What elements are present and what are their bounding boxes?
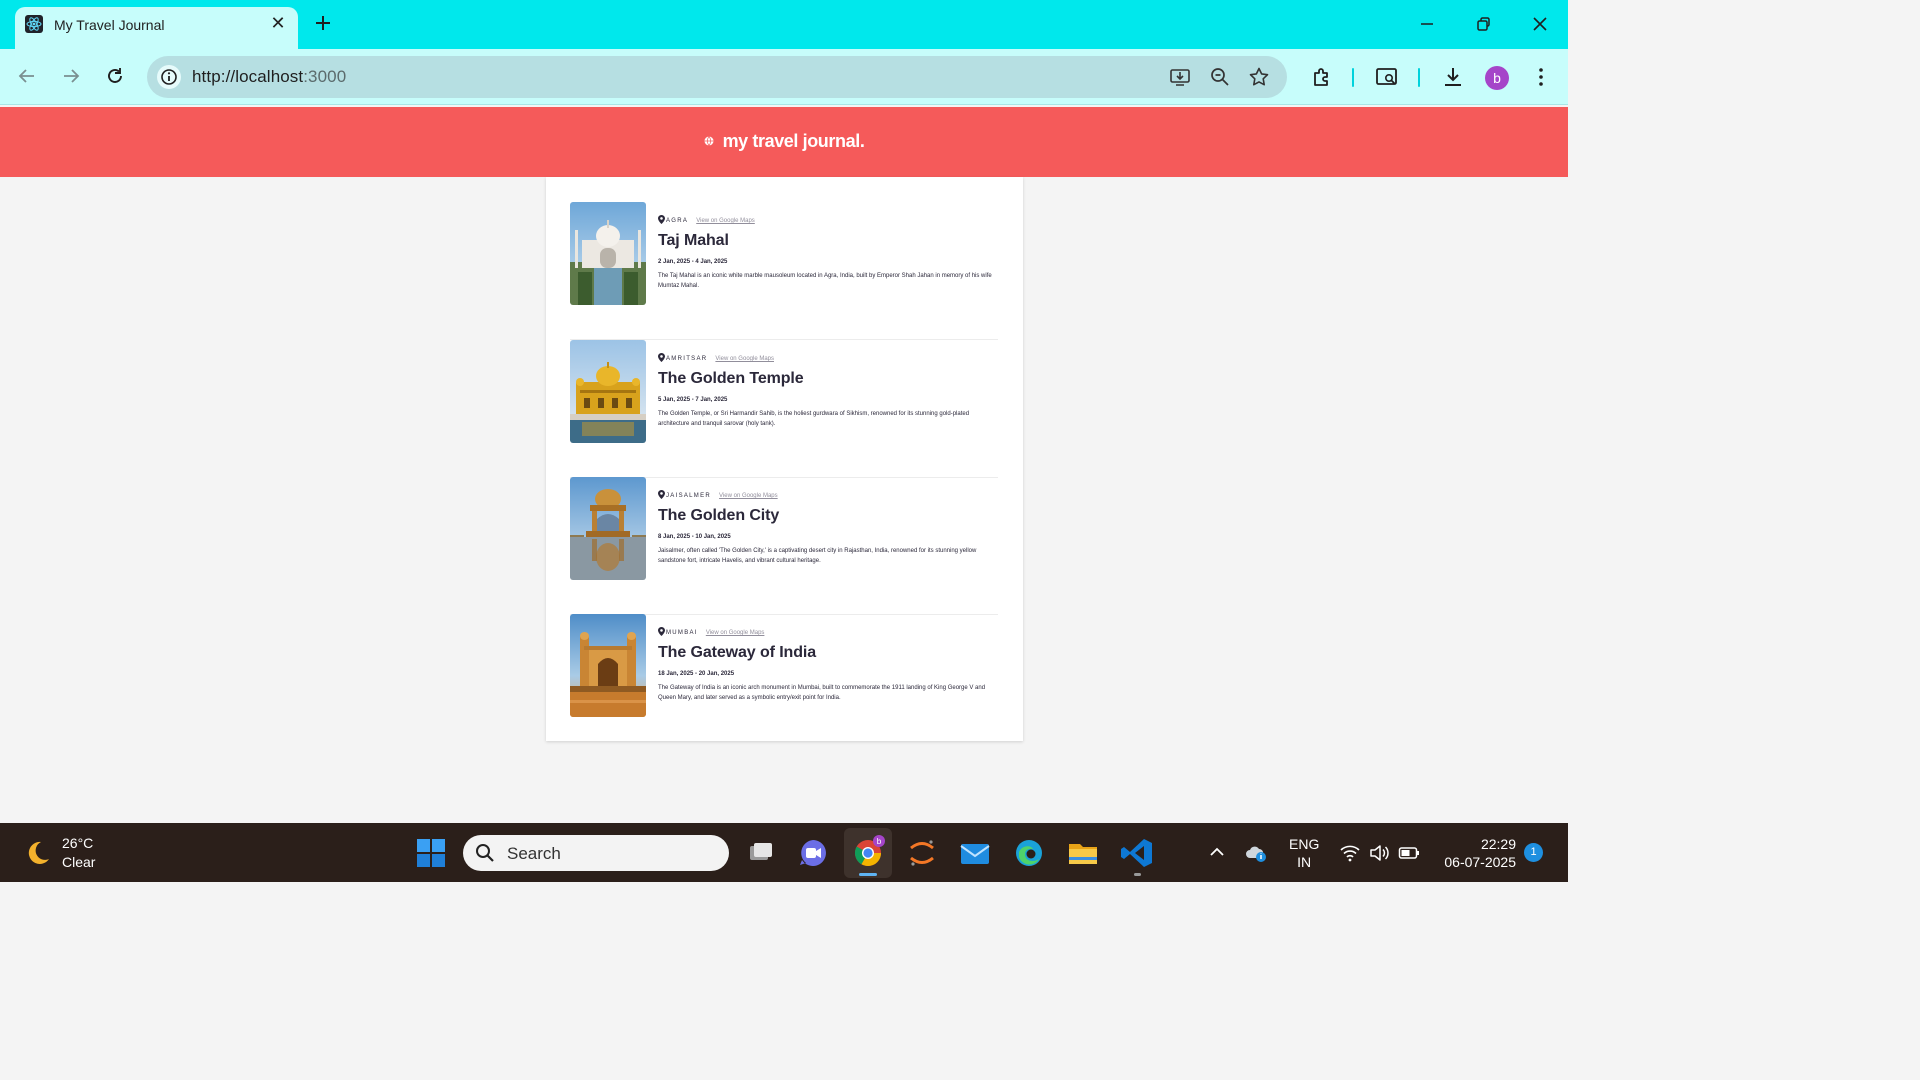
weather-temperature[interactable]: 26°C	[62, 835, 93, 851]
tab-my-travel-journal[interactable]: My Travel Journal ✕	[15, 7, 298, 49]
location-pin-icon	[658, 215, 665, 224]
forward-icon[interactable]	[60, 65, 82, 87]
location-pin-icon	[658, 490, 665, 499]
toolbar-separator	[1352, 68, 1354, 87]
volume-icon[interactable]	[1368, 842, 1390, 864]
entry-title: The Gateway of India	[658, 644, 817, 661]
task-view-icon[interactable]	[742, 835, 778, 871]
tab-close-icon[interactable]: ✕	[268, 13, 288, 33]
search-placeholder: Search	[507, 844, 561, 863]
entry-title: The Golden Temple	[658, 370, 804, 387]
entry-dates: 2 Jan, 2025 - 4 Jan, 2025	[658, 259, 728, 265]
journal-entry: JAISALMER View on Google Maps The Golden …	[570, 477, 998, 615]
chevron-up-icon[interactable]	[1208, 843, 1226, 861]
location-pin-icon	[658, 627, 665, 636]
back-icon[interactable]	[16, 65, 38, 87]
journal-container: AGRA View on Google Maps Taj Mahal 2 Jan,…	[546, 177, 1023, 741]
site-info-icon[interactable]	[157, 65, 181, 89]
extensions-icon[interactable]	[1310, 65, 1334, 89]
download-icon[interactable]	[1441, 65, 1465, 89]
entry-title: Taj Mahal	[658, 232, 729, 249]
url-text[interactable]: http://localhost:3000	[192, 67, 346, 87]
entry-photo-gateway-of-india	[570, 614, 646, 717]
address-bar[interactable]: http://localhost:3000	[147, 56, 1287, 98]
toolbar-separator	[1418, 68, 1420, 87]
location-row: AGRA View on Google Maps	[658, 215, 998, 225]
svg-text:b: b	[877, 837, 882, 846]
zoom-icon[interactable]	[1209, 66, 1231, 88]
entry-description: The Gateway of India is an iconic arch m…	[658, 685, 986, 701]
mail-icon[interactable]	[957, 835, 993, 871]
google-maps-link[interactable]: View on Google Maps	[706, 630, 765, 636]
entry-dates: 18 Jan, 2025 - 20 Jan, 2025	[658, 671, 735, 677]
location-pin-icon	[658, 353, 665, 362]
entry-body: AGRA View on Google Maps Taj Mahal 2 Jan,…	[658, 215, 998, 291]
bookmark-star-icon[interactable]	[1248, 66, 1270, 88]
google-maps-link[interactable]: View on Google Maps	[719, 493, 778, 499]
edge-icon[interactable]	[1011, 835, 1047, 871]
vscode-icon[interactable]	[1119, 835, 1155, 871]
site-header: my travel journal.	[0, 107, 1568, 177]
close-window-icon[interactable]	[1528, 12, 1552, 36]
search-icon	[476, 844, 494, 862]
vscode-running-indicator	[1134, 873, 1141, 876]
chrome-icon[interactable]: b	[850, 835, 886, 871]
entry-location: AMRITSAR	[666, 356, 708, 362]
minimize-icon[interactable]	[1415, 12, 1439, 36]
jupyter-icon[interactable]	[904, 835, 940, 871]
globe-icon	[704, 136, 714, 146]
tab-search-icon[interactable]	[1375, 65, 1399, 89]
entry-description: The Golden Temple, or Sri Harmandir Sahi…	[658, 411, 970, 427]
journal-entry: AMRITSAR View on Google Maps The Golden T…	[570, 340, 998, 478]
brand-title: my travel journal.	[722, 131, 865, 151]
file-explorer-icon[interactable]	[1065, 835, 1101, 871]
profile-avatar[interactable]: b	[1485, 66, 1509, 90]
taskbar: 26°C Clear Search b ENG IN 22:29 06-07-2…	[0, 823, 1568, 882]
entry-title: The Golden City	[658, 507, 780, 524]
windows-start-icon[interactable]	[416, 838, 446, 868]
restore-icon[interactable]	[1471, 12, 1495, 36]
tab-title: My Travel Journal	[54, 17, 165, 33]
menu-kebab-icon[interactable]	[1529, 65, 1553, 89]
entry-location: AGRA	[666, 218, 689, 224]
journal-entry: MUMBAI View on Google Maps The Gateway of…	[570, 614, 998, 741]
google-maps-link[interactable]: View on Google Maps	[696, 218, 755, 224]
entry-photo-golden-city	[570, 477, 646, 580]
battery-icon[interactable]	[1398, 842, 1420, 864]
tab-strip: My Travel Journal ✕	[0, 0, 1568, 49]
onedrive-icon[interactable]	[1245, 842, 1267, 864]
location-row: AMRITSAR View on Google Maps	[658, 353, 998, 363]
chrome-running-indicator	[859, 873, 877, 876]
moon-icon[interactable]	[23, 838, 53, 868]
entry-dates: 5 Jan, 2025 - 7 Jan, 2025	[658, 397, 728, 403]
entry-dates: 8 Jan, 2025 - 10 Jan, 2025	[658, 534, 731, 540]
entry-photo-golden-temple	[570, 340, 646, 443]
location-row: JAISALMER View on Google Maps	[658, 490, 998, 500]
taskbar-search[interactable]: Search	[463, 835, 729, 871]
browser-toolbar: http://localhost:3000	[0, 49, 1568, 105]
entry-body: AMRITSAR View on Google Maps The Golden T…	[658, 353, 998, 429]
google-maps-link[interactable]: View on Google Maps	[715, 356, 774, 362]
teams-meet-icon[interactable]	[795, 835, 831, 871]
react-icon	[25, 15, 43, 33]
system-clock[interactable]: 22:29 06-07-2025	[1436, 835, 1516, 871]
new-tab-icon[interactable]	[312, 12, 334, 34]
reload-icon[interactable]	[104, 65, 126, 87]
entry-body: JAISALMER View on Google Maps The Golden …	[658, 490, 998, 566]
entry-location: MUMBAI	[666, 630, 698, 636]
language-indicator[interactable]: ENG IN	[1289, 835, 1319, 871]
install-app-icon[interactable]	[1169, 66, 1191, 88]
notification-badge[interactable]: 1	[1524, 843, 1543, 862]
entry-description: The Taj Mahal is an iconic white marble …	[658, 273, 992, 289]
weather-condition[interactable]: Clear	[62, 854, 95, 870]
brand: my travel journal.	[0, 131, 1568, 152]
location-row: MUMBAI View on Google Maps	[658, 627, 998, 637]
entry-description: Jaisalmer, often called 'The Golden City…	[658, 548, 977, 564]
entry-body: MUMBAI View on Google Maps The Gateway of…	[658, 627, 998, 703]
entry-location: JAISALMER	[666, 493, 712, 499]
wifi-icon[interactable]	[1339, 842, 1361, 864]
entry-photo-taj-mahal	[570, 202, 646, 305]
journal-entry: AGRA View on Google Maps Taj Mahal 2 Jan,…	[570, 202, 998, 340]
